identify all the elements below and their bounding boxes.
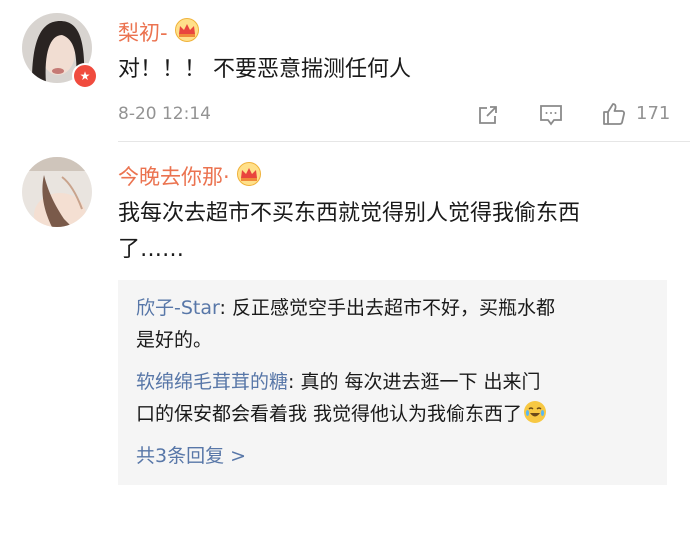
crown-icon — [174, 17, 200, 47]
comment-text: 我每次去超市不买东西就觉得别人觉得我偷东西 了…… — [118, 196, 678, 268]
reply-username[interactable]: 软绵绵毛茸茸的糖 — [136, 371, 288, 393]
username[interactable]: 今晚去你那· — [118, 161, 262, 191]
crown-icon — [236, 161, 262, 191]
reply-text-cont: 口的保安都会看着我 我觉得他认为我偷东西了 — [136, 403, 523, 425]
comment-text-line1: 我每次去超市不买东西就觉得别人觉得我偷东西 — [118, 201, 581, 226]
replies-box[interactable]: 欣子-Star: 反正感觉空手出去超市不好，买瓶水都 是好的。 软绵绵毛茸茸的糖… — [118, 280, 667, 485]
like-icon[interactable] — [601, 101, 627, 131]
reply-text: 真的 每次进去逛一下 出来门 — [300, 371, 541, 393]
laugh-cry-emoji — [524, 401, 547, 423]
comment-time: 8-20 12:14 — [118, 104, 211, 124]
reply-1[interactable]: 欣子-Star: 反正感觉空手出去超市不好，买瓶水都 是好的。 — [136, 292, 654, 356]
username[interactable]: 梨初- — [118, 17, 200, 47]
reply-sep: : — [288, 371, 301, 393]
like-count: 171 — [636, 103, 671, 124]
divider — [118, 141, 690, 142]
verified-badge: ★ — [72, 63, 98, 89]
comment-text: 对！！！ 不要恶意揣测任何人 — [118, 57, 411, 82]
reply-text-cont: 是好的。 — [136, 329, 213, 351]
comment-icon[interactable] — [538, 103, 564, 131]
reply-2[interactable]: 软绵绵毛茸茸的糖: 真的 每次进去逛一下 出来门 口的保安都会看着我 我觉得他认… — [136, 366, 654, 430]
reply-sep: : — [219, 297, 232, 319]
share-icon[interactable] — [476, 103, 500, 131]
username-text[interactable]: 今晚去你那· — [118, 161, 230, 191]
reply-text: 反正感觉空手出去超市不好，买瓶水都 — [231, 297, 555, 319]
avatar[interactable] — [22, 157, 92, 227]
reply-username[interactable]: 欣子-Star — [136, 297, 220, 319]
username-text[interactable]: 梨初- — [118, 17, 168, 47]
more-replies-link[interactable]: 共3条回复 > — [136, 440, 246, 472]
comment-text-line2: 了…… — [118, 237, 185, 262]
